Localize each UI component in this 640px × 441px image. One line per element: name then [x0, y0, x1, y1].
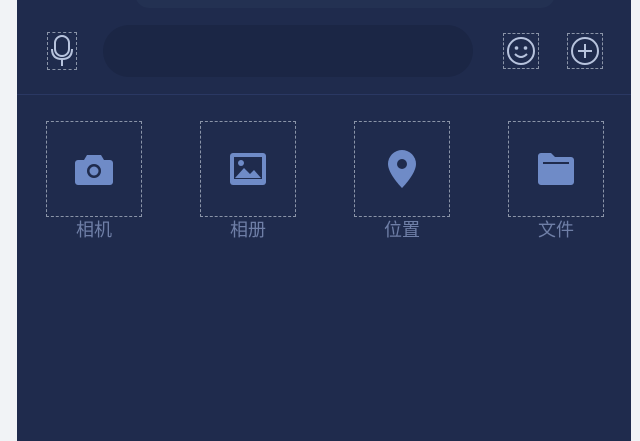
location-pin-icon [388, 150, 416, 188]
album-button[interactable] [200, 121, 296, 217]
camera-label: 相机 [76, 220, 112, 241]
album-label: 相册 [230, 220, 266, 241]
location-button[interactable] [354, 121, 450, 217]
file-button[interactable] [508, 121, 604, 217]
album-action[interactable]: 相册 [200, 121, 296, 243]
microphone-icon [51, 35, 73, 66]
voice-input-button[interactable] [47, 32, 77, 70]
camera-button[interactable] [46, 121, 142, 217]
previous-message-fragment [135, 0, 555, 8]
location-label: 位置 [384, 220, 420, 241]
emoji-button[interactable] [503, 33, 539, 69]
image-icon [230, 153, 266, 185]
smiley-icon [507, 37, 535, 65]
file-action[interactable]: 文件 [508, 121, 604, 243]
chat-input-bar [17, 8, 631, 95]
folder-icon [538, 153, 574, 185]
camera-action[interactable]: 相机 [46, 121, 142, 243]
file-label: 文件 [538, 220, 574, 241]
message-input[interactable] [103, 25, 473, 77]
more-options-button[interactable] [567, 33, 603, 69]
attachment-panel: 相机 相册 位置 文件 [17, 95, 631, 441]
chat-screen: 相机 相册 位置 文件 [17, 0, 631, 441]
location-action[interactable]: 位置 [354, 121, 450, 243]
camera-icon [75, 155, 113, 185]
plus-circle-icon [571, 37, 599, 65]
